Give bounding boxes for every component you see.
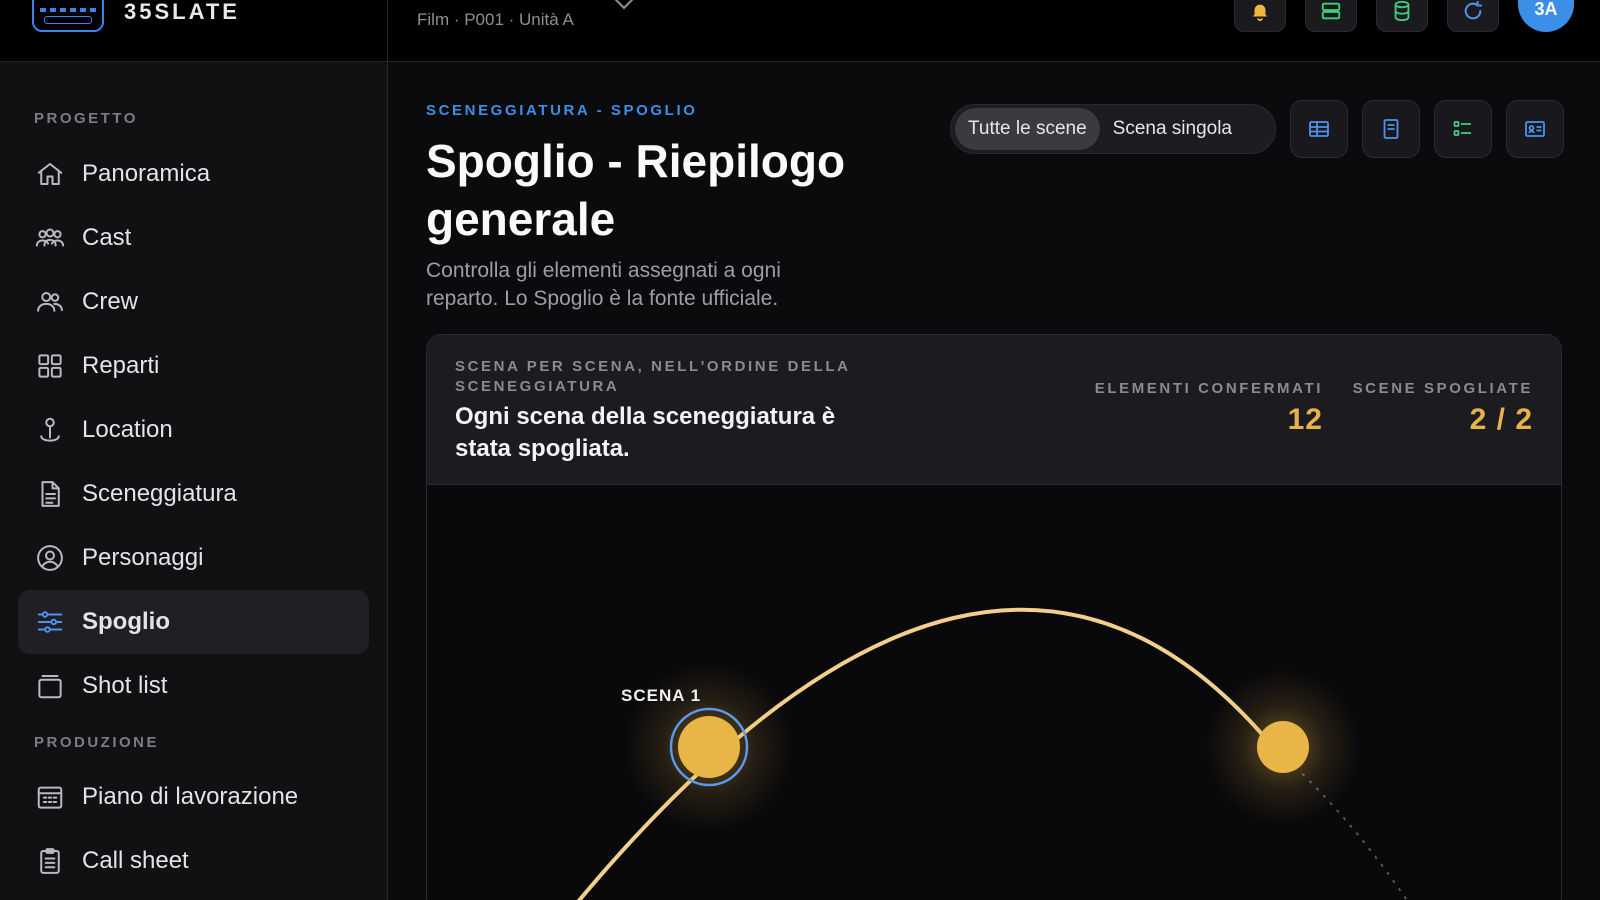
stack-icon xyxy=(34,670,66,702)
sidebar-item-label: Spoglio xyxy=(82,608,170,635)
stat-confirmed-elements: ELEMENTI CONFERMATI 12 xyxy=(1095,380,1323,437)
database-button[interactable] xyxy=(1376,0,1428,32)
grid-icon xyxy=(34,350,66,382)
sidebar-item-sceneggiatura[interactable]: Sceneggiatura xyxy=(18,462,369,526)
clipboard-icon xyxy=(34,845,66,877)
location-pin-icon xyxy=(34,414,66,446)
notifications-button[interactable] xyxy=(1234,0,1286,32)
sidebar-item-label: Cast xyxy=(82,224,132,251)
user-avatar[interactable]: 3A xyxy=(1518,0,1574,32)
top-actions: 3A xyxy=(1234,0,1574,32)
list-view-button[interactable] xyxy=(1434,100,1492,158)
breadcrumb: SCENEGGIATURA - SPOGLIO xyxy=(426,102,698,119)
stat-scenes-broken-down: SCENE SPOGLIATE 2 / 2 xyxy=(1353,380,1533,437)
table-view-icon xyxy=(1309,121,1329,137)
stat-value: 12 xyxy=(1287,403,1323,436)
sidebar-item-panoramica[interactable]: Panoramica xyxy=(18,142,369,206)
crew-icon xyxy=(34,286,66,318)
list-view-icon xyxy=(1453,121,1471,136)
sidebar-section-production: PRODUZIONE xyxy=(34,734,160,751)
all-scenes-button[interactable]: Tutte le scene xyxy=(955,108,1100,150)
stat-label: SCENE SPOGLIATE xyxy=(1352,380,1533,397)
panel-kicker: SCENA PER SCENA, NELL'ORDINE DELLA SCENE… xyxy=(455,358,851,395)
sidebar-item-location[interactable]: Location xyxy=(18,398,369,462)
server-button[interactable] xyxy=(1305,0,1357,32)
home-icon xyxy=(34,158,66,190)
refresh-button[interactable] xyxy=(1447,0,1499,32)
breakdown-summary-panel: SCENA PER SCENA, NELL'ORDINE DELLA SCENE… xyxy=(426,334,1562,900)
refresh-icon xyxy=(1464,0,1483,20)
sidebar-item-label: Piano di lavorazione xyxy=(82,783,299,810)
scene-arc-visualization: SCENA 1 xyxy=(576,607,1409,900)
top-bar: 35SLATE Film · P001 · Unità A 3A xyxy=(0,0,1600,62)
sidebar-item-personaggi[interactable]: Personaggi xyxy=(18,526,369,590)
view-mode-buttons xyxy=(1290,100,1564,158)
sidebar-item-label: Reparti xyxy=(82,352,160,379)
scene-scope-toggle: Tutte le scene Scena singola xyxy=(950,104,1276,154)
scene-node-label: SCENA 1 xyxy=(621,686,701,705)
sidebar: PROGETTO Panoramica Cast Crew Reparti Lo… xyxy=(0,62,388,900)
page-title: Spoglio - Riepilogo generale xyxy=(426,135,846,245)
database-icon xyxy=(1394,0,1410,22)
sidebar-section-project: PROGETTO xyxy=(34,110,138,127)
panel-status-message: Ogni scena della sceneggiatura è stata s… xyxy=(455,403,836,462)
card-view-icon xyxy=(1525,121,1545,137)
stat-label: ELEMENTI CONFERMATI xyxy=(1094,380,1323,397)
calendar-icon xyxy=(34,781,66,813)
sidebar-item-piano-di-lavorazione[interactable]: Piano di lavorazione xyxy=(18,765,369,829)
card-view-button[interactable] xyxy=(1506,100,1564,158)
sidebar-item-reparti[interactable]: Reparti xyxy=(18,334,369,398)
project-meta: Film · P001 · Unità A xyxy=(417,10,574,29)
server-icon xyxy=(1321,2,1341,20)
brand-name: 35SLATE xyxy=(124,0,240,24)
table-view-button[interactable] xyxy=(1290,100,1348,158)
sliders-icon xyxy=(34,606,66,638)
bell-icon xyxy=(1252,4,1268,22)
sidebar-item-label: Crew xyxy=(82,288,139,315)
clapperboard-logo-icon xyxy=(32,0,104,32)
scene-node-dot[interactable] xyxy=(1257,721,1309,773)
sidebar-item-label: Panoramica xyxy=(82,160,211,187)
sidebar-item-label: Personaggi xyxy=(82,544,204,571)
page-description: Controlla gli elementi assegnati a ogni … xyxy=(426,259,781,310)
document-icon xyxy=(34,478,66,510)
sidebar-item-shot-list[interactable]: Shot list xyxy=(18,654,369,718)
sidebar-item-cast[interactable]: Cast xyxy=(18,206,369,270)
panel-header: SCENA PER SCENA, NELL'ORDINE DELLA SCENE… xyxy=(427,335,1561,485)
scene-node-dot[interactable] xyxy=(678,716,740,778)
single-scene-button[interactable]: Scena singola xyxy=(1100,108,1245,150)
person-circle-icon xyxy=(34,542,66,574)
sidebar-item-spoglio[interactable]: Spoglio xyxy=(18,590,369,654)
page-view-icon xyxy=(1383,119,1399,139)
top-divider xyxy=(387,0,388,62)
sidebar-item-label: Location xyxy=(82,416,173,443)
main-content: SCENEGGIATURA - SPOGLIO Spoglio - Riepil… xyxy=(388,62,1600,900)
sidebar-item-label: Shot list xyxy=(82,672,168,699)
stat-value: 2 / 2 xyxy=(1469,403,1533,436)
chevron-down-icon[interactable] xyxy=(612,0,636,10)
brand[interactable]: 35SLATE xyxy=(32,0,240,32)
sidebar-item-label: Sceneggiatura xyxy=(82,480,237,507)
sidebar-item-crew[interactable]: Crew xyxy=(18,270,369,334)
scene-node-2[interactable] xyxy=(1257,721,1309,773)
sidebar-item-call-sheet[interactable]: Call sheet xyxy=(18,829,369,893)
cast-icon xyxy=(34,222,66,254)
sidebar-item-label: Call sheet xyxy=(82,847,189,874)
page-view-button[interactable] xyxy=(1362,100,1420,158)
